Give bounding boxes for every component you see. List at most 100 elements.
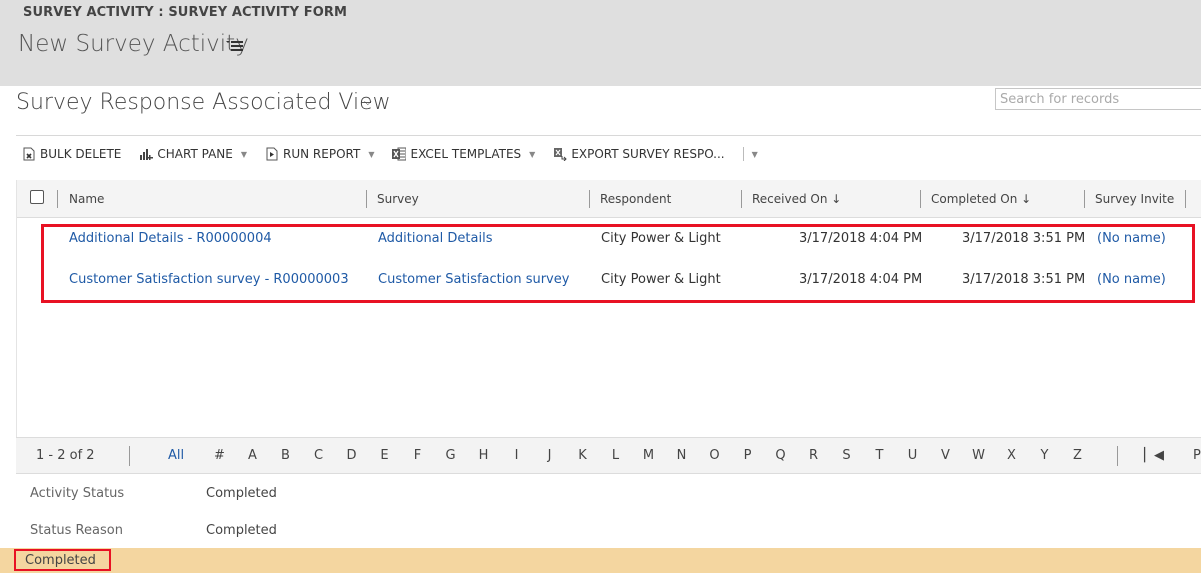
chart-pane-button[interactable]: CHART PANE ▼ — [139, 147, 247, 161]
caret-down-icon: ▼ — [240, 149, 248, 159]
form-header: SURVEY ACTIVITY : SURVEY ACTIVITY FORM N… — [0, 0, 1201, 86]
filter-letter[interactable]: X — [995, 448, 1028, 463]
cell-received-on: 3/17/2018 4:04 PM — [799, 231, 923, 246]
toolbar-separator — [742, 147, 744, 161]
column-separator[interactable] — [1185, 190, 1186, 208]
filter-letter[interactable]: D — [335, 448, 368, 463]
column-separator[interactable] — [1084, 190, 1085, 208]
column-separator[interactable] — [920, 190, 921, 208]
cell-survey[interactable]: Customer Satisfaction survey — [378, 272, 569, 287]
field-activity-status: Activity Status Completed — [0, 480, 1201, 510]
filter-letter[interactable]: A — [236, 448, 269, 463]
filter-letter[interactable]: N — [665, 448, 698, 463]
status-bar: Completed — [0, 548, 1201, 573]
grid-header: Name Survey Respondent Received On ↓ Com… — [17, 180, 1201, 218]
filter-letter[interactable]: F — [401, 448, 434, 463]
field-status-reason: Status Reason Completed — [0, 517, 1201, 547]
view-title[interactable]: Survey Response Associated View — [16, 90, 391, 115]
filter-letter[interactable]: P — [731, 448, 764, 463]
filter-letter[interactable]: R — [797, 448, 830, 463]
column-header-survey-invite[interactable]: Survey Invite — [1095, 190, 1174, 208]
column-header-respondent[interactable]: Respondent — [600, 190, 671, 208]
cell-respondent: City Power & Light — [601, 272, 721, 287]
column-header-received-on[interactable]: Received On ↓ — [752, 190, 841, 208]
previous-page-label[interactable]: P — [1193, 448, 1201, 463]
column-header-completed-on[interactable]: Completed On ↓ — [931, 190, 1031, 208]
records-grid: Name Survey Respondent Received On ↓ Com… — [16, 180, 1201, 474]
run-report-button[interactable]: RUN REPORT ▼ — [265, 147, 374, 161]
bulk-delete-label: BULK DELETE — [40, 147, 122, 161]
cell-name[interactable]: Customer Satisfaction survey - R00000003 — [69, 272, 349, 287]
filter-letter[interactable]: V — [929, 448, 962, 463]
caret-down-icon: ▼ — [529, 149, 536, 159]
cell-respondent: City Power & Light — [601, 231, 721, 246]
column-header-survey[interactable]: Survey — [377, 190, 419, 208]
breadcrumb: SURVEY ACTIVITY : SURVEY ACTIVITY FORM — [23, 5, 348, 20]
grid-pager: 1 - 2 of 2 All # A B C D E F G H I J K L M N O P Q R S T U V W X… — [16, 437, 1201, 474]
export-survey-responses-button[interactable]: EXPORT SURVEY RESPO... — [553, 147, 725, 161]
filter-letter[interactable]: E — [368, 448, 401, 463]
filter-letter[interactable]: G — [434, 448, 467, 463]
export-survey-responses-label: EXPORT SURVEY RESPO... — [571, 147, 725, 161]
record-count: 1 - 2 of 2 — [36, 448, 95, 463]
column-separator[interactable] — [741, 190, 742, 208]
filter-letter[interactable]: Z — [1061, 448, 1094, 463]
column-separator[interactable] — [366, 190, 367, 208]
excel-icon — [392, 147, 407, 161]
filter-all[interactable]: All — [166, 448, 203, 463]
filter-letter[interactable]: H — [467, 448, 500, 463]
pager-separator — [1117, 446, 1118, 466]
filter-letter[interactable]: Q — [764, 448, 797, 463]
pager-separator — [129, 446, 130, 466]
table-row[interactable]: Customer Satisfaction survey - R00000003… — [17, 259, 1201, 300]
field-value[interactable]: Completed — [206, 523, 277, 538]
bulk-delete-button[interactable]: BULK DELETE — [22, 147, 121, 161]
filter-letter[interactable]: K — [566, 448, 599, 463]
filter-letter[interactable]: # — [203, 448, 236, 463]
filter-letter[interactable]: B — [269, 448, 302, 463]
filter-letter[interactable]: I — [500, 448, 533, 463]
field-value[interactable]: Completed — [206, 486, 277, 501]
filter-letter[interactable]: S — [830, 448, 863, 463]
cell-completed-on: 3/17/2018 3:51 PM — [962, 272, 1086, 287]
run-report-label: RUN REPORT — [283, 147, 361, 161]
filter-letter[interactable]: J — [533, 448, 566, 463]
export-excel-icon — [554, 148, 568, 161]
run-report-icon — [266, 147, 278, 161]
filter-letter[interactable]: L — [599, 448, 632, 463]
bulk-delete-icon — [23, 147, 35, 161]
filter-letter[interactable]: O — [698, 448, 731, 463]
command-bar: BULK DELETE CHART PANE ▼ RUN REPORT ▼ EX… — [22, 143, 758, 165]
excel-templates-button[interactable]: EXCEL TEMPLATES ▼ — [392, 147, 535, 161]
filter-letter[interactable]: C — [302, 448, 335, 463]
filter-letter[interactable]: M — [632, 448, 665, 463]
cell-completed-on: 3/17/2018 3:51 PM — [962, 231, 1086, 246]
more-commands-icon[interactable]: ▼ — [752, 150, 758, 159]
cell-survey-invite[interactable]: (No name) — [1097, 272, 1166, 287]
excel-templates-label: EXCEL TEMPLATES — [410, 147, 522, 161]
select-all-checkbox[interactable] — [30, 190, 44, 204]
search-input[interactable] — [995, 88, 1201, 110]
divider — [16, 135, 1201, 136]
column-separator[interactable] — [589, 190, 590, 208]
cell-received-on: 3/17/2018 4:04 PM — [799, 272, 923, 287]
filter-letter[interactable]: Y — [1028, 448, 1061, 463]
filter-letter[interactable]: U — [896, 448, 929, 463]
caret-down-icon: ▼ — [368, 149, 375, 159]
chart-pane-label: CHART PANE — [157, 147, 233, 161]
alphabet-filter: All # A B C D E F G H I J K L M N O P Q R S T U V W X Y Z — [166, 448, 1094, 463]
filter-letter[interactable]: W — [962, 448, 995, 463]
page-title: New Survey Activity — [18, 31, 249, 57]
chevron-down-icon[interactable]: ⌵ — [364, 97, 372, 108]
cell-survey[interactable]: Additional Details — [378, 231, 492, 246]
table-row[interactable]: Additional Details - R00000004 Additiona… — [17, 218, 1201, 259]
column-separator[interactable] — [57, 190, 58, 208]
column-header-name[interactable]: Name — [69, 190, 104, 208]
filter-letter[interactable]: T — [863, 448, 896, 463]
list-menu-icon[interactable] — [226, 40, 244, 52]
cell-name[interactable]: Additional Details - R00000004 — [69, 231, 272, 246]
field-label: Status Reason — [30, 523, 123, 538]
chart-pane-icon — [140, 149, 154, 160]
first-page-icon[interactable]: ▏◀ — [1144, 448, 1164, 463]
cell-survey-invite[interactable]: (No name) — [1097, 231, 1166, 246]
